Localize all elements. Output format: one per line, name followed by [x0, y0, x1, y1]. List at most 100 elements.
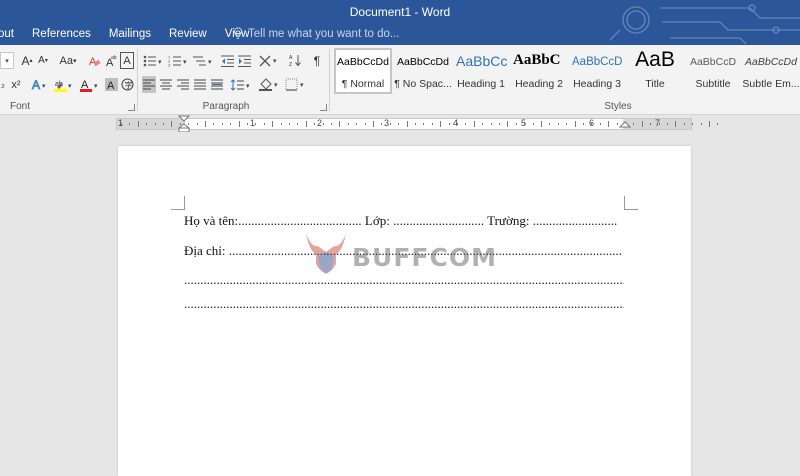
- ruler-tick: [515, 123, 517, 125]
- style-title[interactable]: AaB Title: [626, 48, 684, 94]
- style-no-spacing[interactable]: AaBbCcDd ¶ No Spac...: [394, 48, 452, 94]
- align-center-button[interactable]: [159, 76, 173, 93]
- style-heading-2[interactable]: AaBbC Heading 2: [510, 48, 568, 94]
- character-border-button[interactable]: A: [120, 52, 134, 69]
- font-dialog-launcher[interactable]: [128, 104, 135, 111]
- circuit-decoration: [609, 4, 800, 45]
- font-color-button[interactable]: A ▾: [78, 76, 100, 93]
- justify-button[interactable]: [193, 76, 207, 93]
- svg-text:ab: ab: [111, 55, 117, 61]
- clear-formatting-button[interactable]: A: [87, 52, 101, 69]
- ruler-tick: [196, 123, 198, 125]
- ruler-tick: [683, 123, 685, 125]
- font-size-dropdown[interactable]: ▾: [0, 52, 14, 69]
- style-normal[interactable]: AaBbCcDd ¶ Normal: [334, 48, 392, 94]
- ruler-tick: [583, 123, 584, 125]
- line-spacing-button[interactable]: ▾: [230, 76, 252, 93]
- ruler-tick: [389, 123, 391, 125]
- ruler-tick: [557, 123, 559, 125]
- ruler-tick: [667, 123, 668, 125]
- document-page[interactable]: Họ và tên:..............................…: [118, 146, 691, 476]
- tab-mailings[interactable]: Mailings: [100, 28, 160, 42]
- styles-gallery: AaBbCcDd ¶ Normal AaBbCcDd ¶ No Spac... …: [334, 48, 800, 96]
- enclose-characters-button[interactable]: 字: [120, 76, 134, 93]
- svg-text:A: A: [32, 78, 40, 91]
- ruler-tick: [423, 123, 425, 125]
- ruler-left-margin: [117, 119, 185, 129]
- ruler-label: 2: [317, 118, 323, 128]
- tab-review[interactable]: Review: [160, 28, 216, 42]
- svg-text:▾: ▾: [274, 82, 278, 89]
- ruler-tick: [163, 123, 164, 125]
- shrink-font-button[interactable]: A ▾: [36, 52, 50, 69]
- character-shading-button[interactable]: A: [104, 76, 118, 93]
- ruler-tick: [415, 123, 416, 125]
- highlighter-icon: ab ▾: [54, 81, 72, 92]
- change-case-button[interactable]: Aa ▾: [56, 52, 80, 69]
- ribbon: ▾ A ▴ A ▾ Aa ▾ A Aab A ₂ x² A ▾ ab ▾ A ▾ A 字 F…: [0, 45, 800, 115]
- indent-marker-icon[interactable]: [178, 115, 190, 132]
- numbering-button[interactable]: 1 2 3 ▾: [167, 52, 189, 69]
- ruler-tick: [272, 121, 274, 127]
- ruler-tick: [280, 123, 282, 125]
- watermark-text: BUFFCOM: [352, 243, 497, 272]
- right-indent-marker-icon[interactable]: [619, 120, 631, 132]
- eraser-icon: A: [89, 56, 101, 67]
- ruler-tick: [263, 123, 265, 125]
- watermark: BUFFCOM: [300, 230, 510, 284]
- ruler-tick: [364, 123, 366, 125]
- ruler-tick: [457, 123, 458, 125]
- ruler-tick: [549, 123, 551, 125]
- horizontal-ruler[interactable]: 1 1 2 3 4 5 6 7: [116, 118, 719, 130]
- ruler-tick: [641, 121, 643, 127]
- distributed-button[interactable]: [210, 76, 224, 93]
- tab-references[interactable]: References: [23, 28, 100, 42]
- ruler-tick: [381, 123, 383, 125]
- highlight-button[interactable]: ab ▾: [52, 76, 74, 93]
- tab-layout[interactable]: out: [0, 28, 23, 42]
- style-subtle-emphasis[interactable]: AaBbCcDd Subtle Em...: [742, 48, 800, 94]
- show-hide-marks-button[interactable]: ¶: [310, 52, 324, 69]
- ruler-tick: [709, 121, 710, 127]
- style-heading-3[interactable]: AaBbCcD Heading 3: [568, 48, 626, 94]
- ruler-tick: [146, 123, 148, 125]
- asian-layout-button[interactable]: ▾: [258, 52, 280, 69]
- align-right-button[interactable]: [176, 76, 190, 93]
- shading-button[interactable]: ▾: [258, 76, 280, 93]
- superscript-button[interactable]: x²: [8, 76, 24, 93]
- decrease-indent-button[interactable]: [220, 52, 234, 69]
- ruler-tick: [129, 123, 131, 125]
- ruler-tick: [692, 123, 694, 125]
- chevron-down-icon: ▾: [5, 57, 9, 65]
- phonetic-guide-button[interactable]: Aab: [104, 52, 118, 69]
- grow-font-button[interactable]: A ▴: [20, 52, 34, 69]
- increase-indent-icon: [237, 55, 251, 67]
- ruler-tick: [675, 121, 677, 127]
- sort-button[interactable]: AZ: [288, 52, 302, 69]
- enclosed-character-icon: 字: [121, 78, 133, 91]
- text-effects-button[interactable]: A ▾: [30, 76, 48, 93]
- numbering-icon: 123 ▾: [168, 55, 187, 67]
- multilevel-list-button[interactable]: ▾: [192, 52, 214, 69]
- bullets-button[interactable]: ▾: [142, 52, 164, 69]
- ribbon-tabs: out References Mailings Review View: [0, 28, 258, 42]
- paragraph-dialog-launcher[interactable]: [320, 104, 327, 111]
- group-separator: [329, 49, 330, 111]
- svg-text:▾: ▾: [273, 58, 277, 65]
- ruler-tick: [507, 121, 509, 127]
- ruler-tick: [431, 123, 433, 125]
- subscript-button[interactable]: ₂: [0, 76, 6, 93]
- style-subtitle[interactable]: AaBbCcD Subtitle: [684, 48, 742, 94]
- ruler-tick: [289, 123, 290, 125]
- increase-indent-button[interactable]: [237, 52, 251, 69]
- styles-group-label: Styles: [604, 101, 632, 112]
- font-color-icon: A ▾: [80, 79, 98, 92]
- svg-text:▾: ▾: [158, 59, 162, 66]
- ruler-tick: [473, 121, 475, 127]
- align-left-button[interactable]: [142, 76, 156, 93]
- tell-me-box[interactable]: Tell me what you want to do...: [233, 27, 400, 40]
- svg-text:字: 字: [124, 80, 132, 90]
- bull-logo-icon: [306, 234, 346, 274]
- borders-button[interactable]: ▾: [284, 76, 306, 93]
- style-heading-1[interactable]: AaBbCc Heading 1: [452, 48, 510, 94]
